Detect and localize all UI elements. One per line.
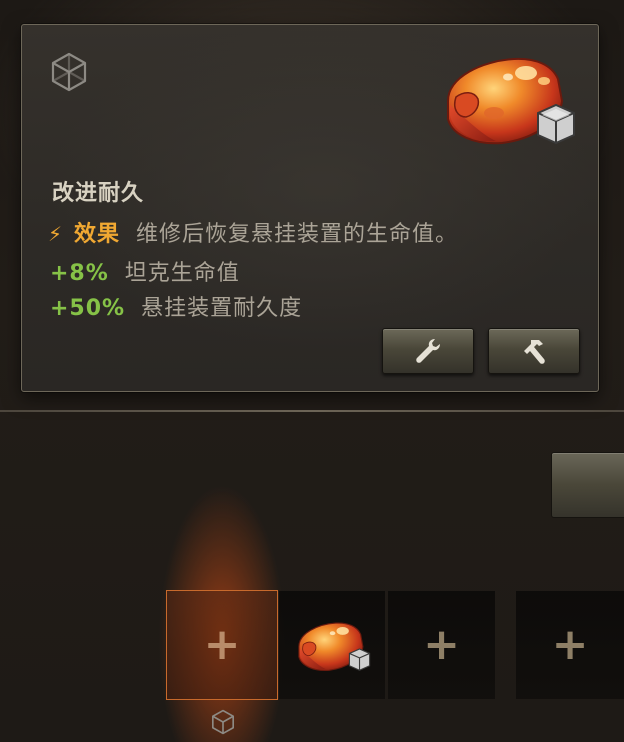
side-panel-button[interactable] xyxy=(551,452,624,518)
bonus-value: +50% xyxy=(50,296,126,321)
equipment-slot[interactable] xyxy=(279,591,385,699)
effect-line: ⚡ 效果 维修后恢复悬挂装置的生命值。 xyxy=(48,216,458,248)
tooltip-title: 改进耐久 xyxy=(52,181,145,206)
add-equipment-icon: + xyxy=(551,619,589,670)
dismantle-button[interactable] xyxy=(488,328,580,374)
hammer-icon xyxy=(524,340,545,364)
bonus-line-durability: +50% 悬挂装置耐久度 xyxy=(50,290,302,322)
lightning-icon: ⚡ xyxy=(48,222,64,246)
suspension-equipment-icon xyxy=(447,57,575,145)
add-equipment-icon: + xyxy=(203,619,241,670)
effect-text: 维修后恢复悬挂装置的生命值。 xyxy=(136,222,459,247)
bonus-label: 坦克生命值 xyxy=(124,261,240,286)
bonus-line-health: +8% 坦克生命值 xyxy=(50,255,240,287)
equipment-slot[interactable]: + xyxy=(166,590,278,700)
repair-button[interactable] xyxy=(382,328,474,374)
cube-icon xyxy=(51,52,87,92)
add-equipment-icon: + xyxy=(423,619,460,670)
equipment-tooltip: 改进耐久 ⚡ 效果 维修后恢复悬挂装置的生命值。 +8% 坦克生命值 +50% … xyxy=(21,24,599,392)
bonus-label: 悬挂装置耐久度 xyxy=(141,296,303,321)
cube-icon xyxy=(211,709,235,735)
effect-label: 效果 xyxy=(74,222,121,247)
equipment-slot[interactable]: + xyxy=(388,591,495,699)
suspension-equipment-icon xyxy=(298,622,371,671)
section-divider xyxy=(0,410,624,412)
equipment-slot[interactable]: + xyxy=(516,591,624,699)
wrench-icon xyxy=(416,339,440,363)
bonus-value: +8% xyxy=(50,261,109,286)
